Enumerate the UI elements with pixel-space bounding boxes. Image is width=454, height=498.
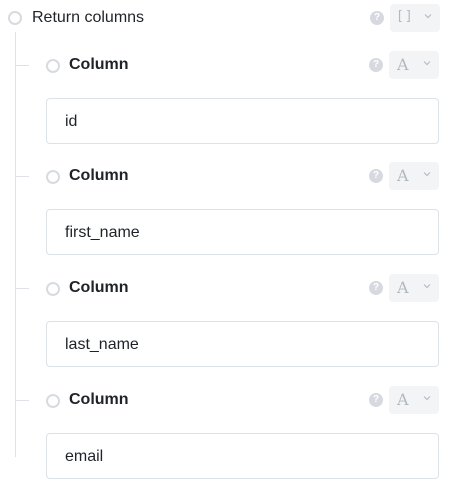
chevron-down-icon: [423, 394, 431, 402]
array-type-icon: []: [396, 9, 414, 24]
column-value: first_name: [65, 224, 140, 241]
column-value: last_name: [65, 336, 139, 353]
chevron-down-icon: [423, 59, 431, 67]
return-columns-label: Return columns: [32, 9, 145, 26]
chevron-down-icon: [423, 282, 431, 290]
column-label: Column: [69, 56, 129, 73]
column-row: Column ? A: [46, 274, 440, 302]
column-row: Column ? A: [46, 162, 440, 190]
tree-line: [15, 32, 16, 457]
column-value-input[interactable]: last_name: [46, 321, 439, 367]
column-radio[interactable]: [46, 282, 60, 296]
chevron-down-icon: [423, 170, 431, 178]
column-value: email: [65, 448, 104, 465]
text-type-select[interactable]: A: [389, 162, 439, 190]
text-type-icon: A: [397, 55, 409, 74]
column-label: Column: [69, 167, 129, 184]
help-icon[interactable]: ?: [369, 281, 383, 295]
column-value-input[interactable]: email: [46, 433, 439, 479]
column-radio[interactable]: [46, 59, 60, 73]
text-type-select[interactable]: A: [389, 386, 439, 414]
tree-branch: [15, 65, 29, 66]
column-label: Column: [69, 391, 129, 408]
help-icon[interactable]: ?: [369, 58, 383, 72]
column-radio[interactable]: [46, 394, 60, 408]
tree-branch: [15, 400, 29, 401]
column-row: Column ? A: [46, 386, 440, 414]
column-label: Column: [69, 279, 129, 296]
column-row: Column ? A: [46, 51, 440, 79]
help-icon[interactable]: ?: [369, 169, 383, 183]
text-type-select[interactable]: A: [389, 51, 439, 79]
chevron-down-icon: [424, 12, 432, 20]
array-type-select[interactable]: []: [390, 4, 440, 32]
tree-branch: [15, 176, 29, 177]
return-columns-row: Return columns ? []: [8, 4, 440, 32]
text-type-icon: A: [397, 390, 409, 409]
text-type-icon: A: [397, 278, 409, 297]
column-value-input[interactable]: first_name: [46, 209, 439, 255]
help-icon[interactable]: ?: [369, 393, 383, 407]
column-value: id: [65, 113, 78, 130]
text-type-select[interactable]: A: [389, 274, 439, 302]
tree-branch: [15, 288, 29, 289]
column-radio[interactable]: [46, 170, 60, 184]
column-value-input[interactable]: id: [46, 98, 439, 144]
return-columns-radio[interactable]: [8, 11, 22, 25]
text-type-icon: A: [397, 166, 409, 185]
help-icon[interactable]: ?: [370, 11, 384, 25]
